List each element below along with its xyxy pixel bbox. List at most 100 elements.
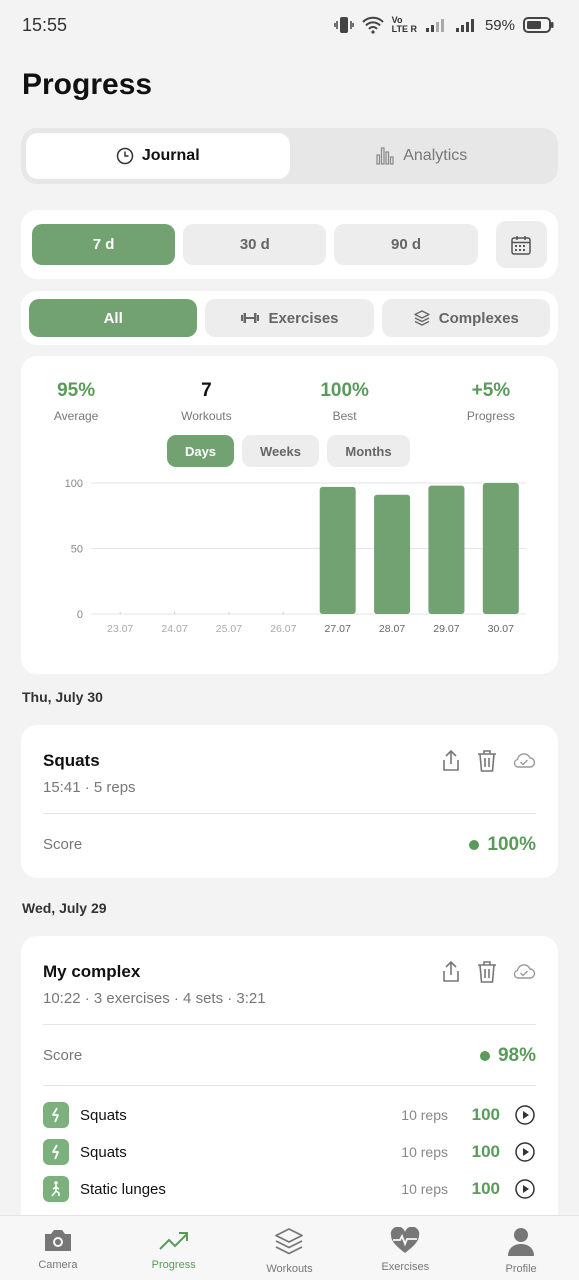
signal-icon-1 [425,19,444,32]
volte-indicator: Vo LTE R [391,15,417,34]
nav-exercises[interactable]: Exercises [347,1216,463,1280]
calendar-button[interactable] [495,221,548,268]
nav-progress[interactable]: Progress [116,1216,232,1280]
workout-entry-card[interactable]: Squats 15:41 · 5 reps Score 100% [21,725,558,878]
type-filter: All Exercises Complexes [21,291,558,345]
filter-exercises-button[interactable]: Exercises [205,299,374,337]
divider [43,1024,536,1025]
lunge-icon [43,1176,69,1202]
entry-subtitle: 15:41 · 5 reps [43,779,136,796]
exercise-reps: 10 reps [401,1144,448,1160]
score-label: Score [43,1047,83,1064]
score-value: 98% [479,1045,536,1067]
nav-profile[interactable]: Profile [463,1216,579,1280]
play-icon[interactable] [514,1178,536,1200]
chart-bar [428,485,465,614]
battery-icon [523,17,554,33]
complex-entry-card[interactable]: My complex 10:22 · 3 exercises · 4 sets … [21,936,558,1236]
trash-icon[interactable] [476,749,498,773]
score-label: Score [43,836,83,853]
divider [43,1085,536,1086]
nav-camera[interactable]: Camera [0,1216,116,1280]
granularity-weeks-button[interactable]: Weeks [242,435,319,467]
tab-journal[interactable]: Journal [26,133,290,179]
exercise-name: Squats [80,1106,127,1124]
score-value: 100% [469,834,536,856]
period-7d-button[interactable]: 7 d [32,224,176,265]
period-90d-button[interactable]: 90 d [334,224,478,265]
layers-icon [414,310,430,326]
status-bar: 15:55 Vo LTE R 59% [0,0,579,50]
chart-bar [319,486,356,614]
stat-workouts: 7 Workouts [181,380,232,423]
x-tick-label: 26.07 [270,623,296,635]
exercise-row[interactable]: Squats 10 reps 100 [43,1101,536,1129]
wifi-icon [361,16,384,34]
squat-icon [43,1102,69,1128]
granularity-selector: Days Weeks Months [167,435,410,467]
play-icon[interactable] [514,1104,536,1126]
calendar-icon [511,235,532,255]
chart-bar [482,483,519,614]
status-icons: Vo LTE R 59% [333,15,555,34]
signal-icon-2 [455,19,474,32]
exercise-reps: 10 reps [401,1181,448,1197]
x-tick-label: 24.07 [161,623,187,635]
cloud-check-icon[interactable] [512,751,536,771]
stat-progress: +5% Progress [466,380,515,423]
tab-analytics[interactable]: Analytics [290,133,554,179]
date-header: Wed, July 29 [22,900,107,916]
trash-icon[interactable] [476,960,498,984]
x-tick-label: 23.07 [107,623,133,635]
x-tick-label: 30.07 [488,623,514,635]
cloud-check-icon[interactable] [512,962,536,982]
layers-icon [275,1228,304,1255]
date-header: Thu, July 30 [22,689,103,705]
clock-icon [116,147,134,165]
stats-row: 95% Average 7 Workouts 100% Best +5% Pro… [21,380,558,423]
exercise-row[interactable]: Static lunges 10 reps 100 [43,1175,536,1203]
filter-all-button[interactable]: All [29,299,198,337]
entry-title: Squats [43,751,100,770]
stat-best: 100% Best [320,380,369,423]
share-icon[interactable] [440,960,462,984]
page-title: Progress [22,68,153,101]
share-icon[interactable] [440,749,462,773]
entry-actions [440,749,536,773]
granularity-days-button[interactable]: Days [167,435,234,467]
granularity-months-button[interactable]: Months [327,435,410,467]
x-tick-label: 29.07 [433,623,459,635]
squat-icon [43,1139,69,1165]
score-dot [469,840,480,850]
x-tick-label: 25.07 [216,623,242,635]
exercise-reps: 10 reps [401,1107,448,1123]
status-time: 15:55 [22,14,68,35]
tab-journal-label: Journal [141,147,200,164]
x-tick-label: 27.07 [325,623,351,635]
tab-analytics-label: Analytics [403,147,468,164]
entry-subtitle: 10:22 · 3 exercises · 4 sets · 3:21 [43,990,266,1007]
exercise-score: 100 [471,1179,500,1198]
exercise-row[interactable]: Squats 10 reps 100 [43,1138,536,1166]
nav-workouts[interactable]: Workouts [232,1216,348,1280]
exercise-score: 100 [471,1105,500,1124]
camera-icon [44,1230,71,1251]
period-selector: 7 d 30 d 90 d [21,210,558,279]
play-icon[interactable] [514,1141,536,1163]
entry-title: My complex [43,962,141,981]
filter-complexes-button[interactable]: Complexes [381,299,550,337]
period-30d-button[interactable]: 30 d [183,224,327,265]
y-tick-label: 0 [77,609,83,621]
vibrate-icon [333,17,354,33]
entry-actions [440,960,536,984]
bottom-navigation: Camera Progress Workouts Exercises Profi… [0,1215,579,1280]
score-dot [479,1051,490,1061]
daily-score-bar-chart: 0 50 100 23.07 24.07 25.07 26.07 27.07 28.07 29.0… [65,478,526,635]
x-tick-label: 28.07 [379,623,405,635]
exercise-score: 100 [471,1142,500,1161]
divider [43,813,536,814]
battery-percent: 59% [484,16,515,34]
exercise-name: Static lunges [80,1180,166,1198]
dumbbell-icon [241,313,260,323]
stat-average: 95% Average [53,380,99,423]
